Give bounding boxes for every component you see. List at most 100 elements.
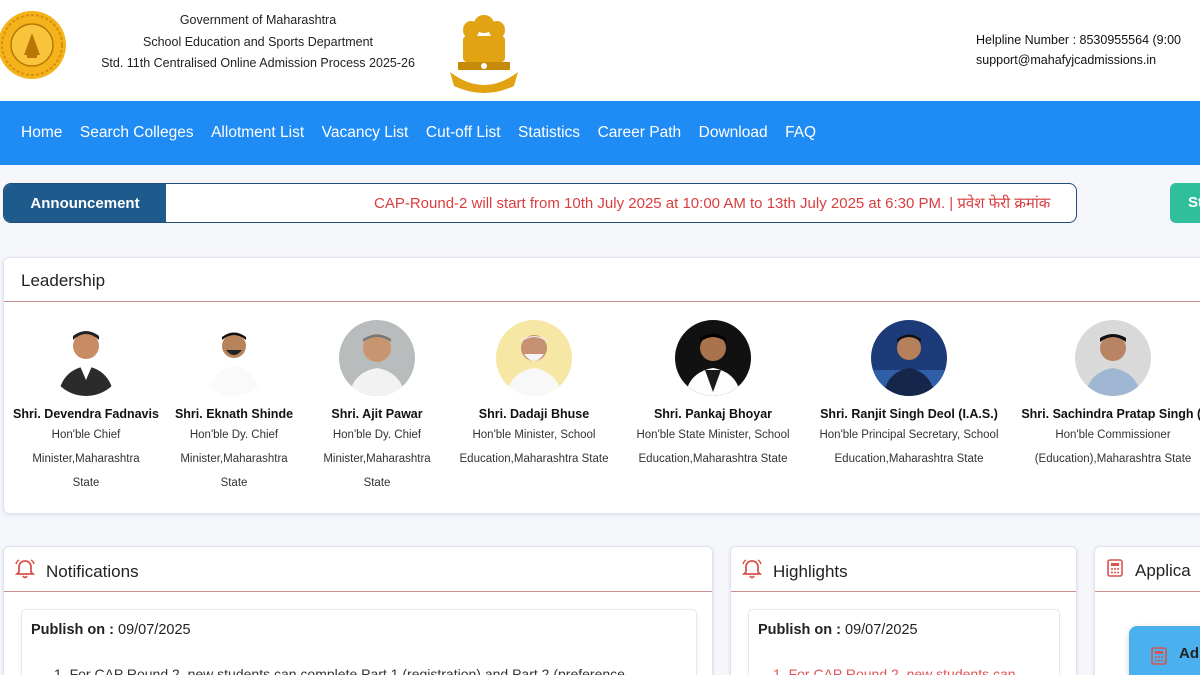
- leader-role-line: Hon'ble Principal Secretary, School: [819, 429, 999, 441]
- leader-role-line: State: [220, 477, 248, 489]
- leader-name: Shri. Pankaj Bhoyar: [653, 407, 773, 421]
- leader-role: Hon'ble Minister, School Education,Mahar…: [454, 423, 614, 471]
- department-name: School Education and Sports Department: [143, 34, 373, 49]
- leader-role-line: Hon'ble Commissioner: [1055, 429, 1171, 441]
- leader-card: Shri. Eknath Shinde Hon'ble Dy. Chief Mi…: [171, 320, 297, 495]
- helpline-number: Helpline Number : 8530955564 (9:00: [976, 33, 1181, 47]
- leader-card: Shri. Devendra Fadnavis Hon'ble Chief Mi…: [9, 320, 163, 495]
- main-navigation: Home Search Colleges Allotment List Vaca…: [0, 101, 1200, 165]
- leader-avatar: [339, 320, 415, 396]
- leader-avatar: [871, 320, 947, 396]
- leader-role-line: Hon'ble Dy. Chief: [332, 429, 422, 441]
- publish-date-value: 09/07/2025: [118, 622, 191, 638]
- leader-role-line: Hon'ble State Minister, School: [636, 429, 790, 441]
- nav-career-path[interactable]: Career Path: [598, 124, 682, 142]
- leader-name: Shri. Ranjit Singh Deol (I.A.S.): [820, 407, 998, 421]
- leader-role-line: Minister,Maharashtra: [323, 453, 431, 465]
- government-name: Government of Maharashtra: [179, 13, 337, 27]
- leader-role-line: (Education),Maharashtra State: [1034, 453, 1192, 465]
- title-divider: [4, 301, 1200, 302]
- floating-action-button[interactable]: Ad: [1129, 626, 1200, 675]
- leader-name: Shri. Eknath Shinde: [174, 407, 294, 421]
- leader-role-line: State: [72, 477, 100, 489]
- application-title: Applica: [1135, 560, 1191, 580]
- leader-role: Hon'ble Commissioner (Education),Maharas…: [1015, 423, 1200, 471]
- notifications-header: Notifications: [14, 558, 139, 585]
- highlights-card: Highlights Publish on : 09/07/2025 1. Fo…: [730, 546, 1077, 675]
- leader-role: Hon'ble Dy. Chief Minister,Maharashtra S…: [171, 423, 297, 495]
- leader-avatar: [1075, 320, 1151, 396]
- leader-role-line: Education,Maharashtra State: [459, 453, 609, 465]
- leadership-card: Leadership Shri. Devendra Fadnavis Hon'b…: [3, 257, 1200, 514]
- announcement-ticker[interactable]: CAP-Round-2 will start from 10th July 20…: [166, 184, 1076, 222]
- leader-role-line: Minister,Maharashtra: [32, 453, 140, 465]
- leader-role-line: Education,Maharashtra State: [834, 453, 984, 465]
- leader-avatar: [675, 320, 751, 396]
- leader-role: Hon'ble Principal Secretary, School Educ…: [809, 423, 1009, 471]
- site-header: Government of Maharashtra School Educati…: [0, 0, 1200, 101]
- leader-role: Hon'ble Chief Minister,Maharashtra State: [9, 423, 163, 495]
- nav-vacancy-list[interactable]: Vacancy List: [322, 124, 409, 142]
- application-header: Applica: [1105, 558, 1191, 583]
- leader-card: Shri. Pankaj Bhoyar Hon'ble State Minist…: [629, 320, 797, 471]
- highlight-text[interactable]: 1. For CAP Round 2, new students can: [773, 666, 1016, 675]
- leader-card: Shri. Sachindra Pratap Singh (I Hon'ble …: [1015, 320, 1200, 471]
- bell-icon: [741, 558, 763, 585]
- title-divider: [1095, 591, 1200, 592]
- calculator-icon: [1105, 558, 1125, 583]
- leader-avatar: [48, 320, 124, 396]
- highlights-header: Highlights: [741, 558, 848, 585]
- announcement-text: CAP-Round-2 will start from 10th July 20…: [374, 195, 1051, 212]
- floating-button-label: Ad: [1179, 645, 1199, 662]
- leader-role-line: Hon'ble Minister, School: [472, 429, 596, 441]
- nav-download[interactable]: Download: [699, 124, 768, 142]
- process-name: Std. 11th Centralised Online Admission P…: [101, 56, 415, 70]
- calculator-icon: [1149, 646, 1169, 670]
- department-title-block: Government of Maharashtra School Educati…: [78, 10, 438, 75]
- leader-role-line: Hon'ble Chief: [51, 429, 121, 441]
- national-emblem-logo: [446, 6, 522, 94]
- leader-name: Shri. Dadaji Bhuse: [478, 407, 590, 421]
- leader-card: Shri. Ajit Pawar Hon'ble Dy. Chief Minis…: [315, 320, 439, 495]
- leader-name: Shri. Sachindra Pratap Singh (I: [1021, 407, 1200, 421]
- leader-role: Hon'ble Dy. Chief Minister,Maharashtra S…: [315, 423, 439, 495]
- leader-card: Shri. Ranjit Singh Deol (I.A.S.) Hon'ble…: [809, 320, 1009, 471]
- leader-role-line: Education,Maharashtra State: [638, 453, 788, 465]
- leader-name: Shri. Devendra Fadnavis: [13, 407, 159, 421]
- support-email[interactable]: support@mahafyjcadmissions.in: [976, 50, 1181, 70]
- leader-role-line: State: [363, 477, 391, 489]
- leader-name: Shri. Ajit Pawar: [331, 407, 423, 421]
- nav-allotment-list[interactable]: Allotment List: [211, 124, 304, 142]
- notifications-title: Notifications: [46, 561, 139, 581]
- maharashtra-seal-logo: [0, 9, 70, 81]
- notification-text[interactable]: 1. For CAP Round 2, new students can com…: [54, 666, 625, 675]
- title-divider: [4, 591, 712, 592]
- publish-label: Publish on :: [31, 622, 114, 638]
- announcement-label: Announcement: [4, 184, 166, 222]
- nav-faq[interactable]: FAQ: [785, 124, 816, 142]
- leader-avatar: [196, 320, 272, 396]
- leader-role: Hon'ble State Minister, School Education…: [629, 423, 797, 471]
- leader-role-line: Hon'ble Dy. Chief: [189, 429, 279, 441]
- publish-date: Publish on : 09/07/2025: [758, 622, 918, 638]
- contact-info: Helpline Number : 8530955564 (9:00 suppo…: [976, 30, 1181, 70]
- nav-statistics[interactable]: Statistics: [518, 124, 580, 142]
- nav-search-colleges[interactable]: Search Colleges: [80, 124, 194, 142]
- highlight-item-card: Publish on : 09/07/2025 1. For CAP Round…: [748, 609, 1060, 675]
- title-divider: [731, 591, 1076, 592]
- leadership-title: Leadership: [21, 271, 106, 290]
- notifications-card: Notifications Publish on : 09/07/2025 1.…: [3, 546, 713, 675]
- leader-role-line: Minister,Maharashtra: [180, 453, 288, 465]
- publish-date: Publish on : 09/07/2025: [31, 622, 191, 638]
- announcement-bar: Announcement CAP-Round-2 will start from…: [3, 183, 1077, 223]
- publish-date-value: 09/07/2025: [845, 622, 918, 638]
- nav-home[interactable]: Home: [21, 124, 62, 142]
- leader-card: Shri. Dadaji Bhuse Hon'ble Minister, Sch…: [454, 320, 614, 471]
- bell-icon: [14, 558, 36, 585]
- publish-label: Publish on :: [758, 622, 841, 638]
- nav-cutoff-list[interactable]: Cut-off List: [426, 124, 501, 142]
- leader-avatar: [496, 320, 572, 396]
- highlights-title: Highlights: [773, 561, 848, 581]
- notification-item-card: Publish on : 09/07/2025 1. For CAP Round…: [21, 609, 697, 675]
- side-action-button[interactable]: St: [1170, 183, 1200, 223]
